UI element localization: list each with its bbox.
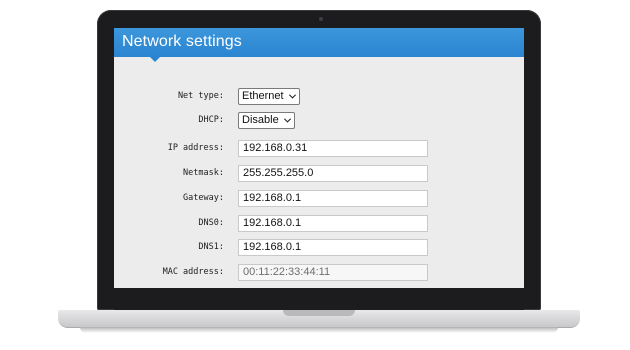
net-type-select[interactable]: Ethernet bbox=[238, 88, 300, 105]
dhcp-label: DHCP: bbox=[198, 115, 224, 125]
dns1-row: DNS1: 192.168.0.1 bbox=[114, 239, 524, 257]
gateway-label: Gateway: bbox=[183, 193, 224, 203]
laptop-notch bbox=[283, 310, 355, 316]
dns1-field[interactable]: 192.168.0.1 bbox=[238, 239, 428, 256]
mac-address-field: 00:11:22:33:44:11 bbox=[238, 264, 428, 281]
dns1-label: DNS1: bbox=[198, 242, 224, 252]
dhcp-select[interactable]: Disable bbox=[238, 112, 295, 129]
gateway-row: Gateway: 192.168.0.1 bbox=[114, 190, 524, 208]
ip-address-row: IP address: 192.168.0.31 bbox=[114, 140, 524, 158]
gateway-field[interactable]: 192.168.0.1 bbox=[238, 190, 428, 207]
page-title: Network settings bbox=[122, 33, 242, 50]
net-type-row: Net type: Ethernet bbox=[114, 88, 524, 106]
net-type-label: Net type: bbox=[177, 91, 224, 101]
dns0-row: DNS0: 192.168.0.1 bbox=[114, 215, 524, 233]
net-type-value: Ethernet bbox=[242, 90, 284, 102]
dns0-field[interactable]: 192.168.0.1 bbox=[238, 215, 428, 232]
mac-address-label: MAC address: bbox=[162, 267, 224, 277]
netmask-label: Netmask: bbox=[183, 168, 224, 178]
screen-bezel bbox=[114, 288, 524, 310]
laptop-shadow bbox=[80, 327, 558, 333]
camera-icon bbox=[319, 17, 323, 21]
dhcp-value: Disable bbox=[242, 114, 279, 126]
chevron-down-icon bbox=[288, 94, 296, 99]
dns0-label: DNS0: bbox=[198, 218, 224, 228]
screen: Network settings Net type: Ethernet DHCP… bbox=[114, 28, 524, 288]
ip-address-label: IP address: bbox=[167, 143, 224, 153]
netmask-row: Netmask: 255.255.255.0 bbox=[114, 165, 524, 183]
netmask-field[interactable]: 255.255.255.0 bbox=[238, 165, 428, 182]
ip-address-field[interactable]: 192.168.0.31 bbox=[238, 140, 428, 157]
title-bar: Network settings bbox=[114, 28, 524, 57]
mac-address-row: MAC address: 00:11:22:33:44:11 bbox=[114, 264, 524, 282]
title-pointer bbox=[150, 57, 160, 62]
chevron-down-icon bbox=[283, 118, 291, 123]
dhcp-row: DHCP: Disable bbox=[114, 112, 524, 130]
